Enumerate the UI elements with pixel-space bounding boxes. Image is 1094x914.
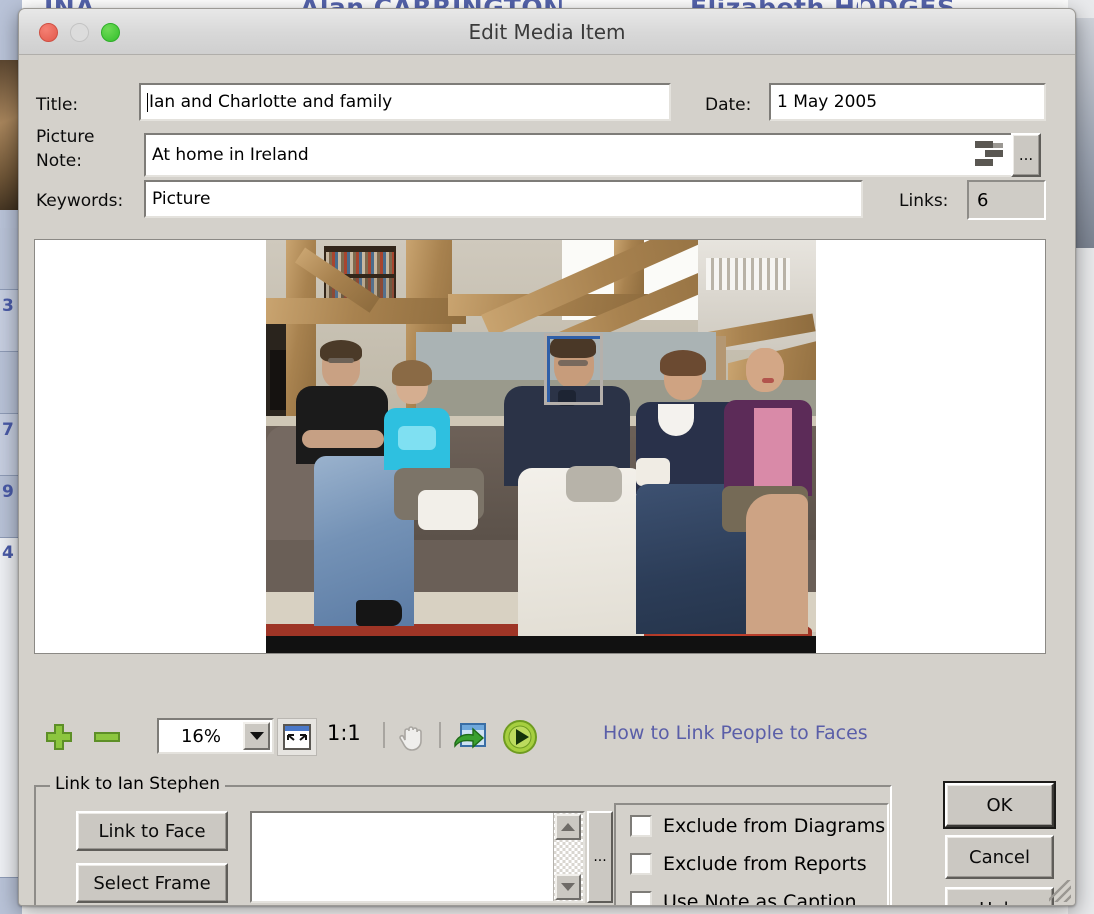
keywords-value: Picture bbox=[152, 189, 211, 209]
date-input-value: 1 May 2005 bbox=[777, 92, 878, 112]
picture-note-label-line1: Picture bbox=[36, 127, 95, 147]
picture-note-input[interactable]: At home in Ireland bbox=[144, 133, 1020, 177]
date-input[interactable]: 1 May 2005 bbox=[769, 83, 1046, 121]
fit-to-window-icon bbox=[283, 724, 311, 750]
cancel-button[interactable]: Cancel bbox=[945, 835, 1054, 879]
slideshow-play-button[interactable] bbox=[501, 718, 539, 756]
select-frame-button[interactable]: Select Frame bbox=[76, 863, 228, 903]
dialog-body: Title: Ian and Charlotte and family Date… bbox=[19, 55, 1075, 905]
ok-button[interactable]: OK bbox=[943, 781, 1056, 829]
keywords-label: Keywords: bbox=[36, 191, 124, 211]
plus-icon bbox=[46, 724, 72, 750]
text-caret bbox=[147, 92, 148, 112]
title-label: Title: bbox=[36, 95, 79, 115]
exclude-from-reports-label: Exclude from Reports bbox=[663, 853, 867, 875]
links-label: Links: bbox=[899, 191, 949, 211]
edit-media-item-dialog: Edit Media Item Title: Ian and Charlotte… bbox=[18, 8, 1076, 906]
hand-icon bbox=[399, 726, 422, 751]
link-group-legend: Link to Ian Stephen bbox=[50, 774, 226, 794]
use-note-as-caption-row[interactable]: Use Note as Caption bbox=[630, 891, 857, 906]
zoom-level-select[interactable]: 16% bbox=[157, 718, 274, 754]
fit-to-window-button[interactable] bbox=[277, 718, 317, 756]
list-more-button[interactable]: ... bbox=[587, 811, 613, 903]
title-input[interactable]: Ian and Charlotte and family bbox=[139, 83, 671, 121]
picture-note-label-line2: Note: bbox=[36, 151, 82, 171]
media-photo[interactable] bbox=[266, 240, 816, 653]
face-selection-box[interactable] bbox=[544, 333, 603, 405]
toolbar-separator bbox=[383, 722, 385, 748]
link-to-face-button[interactable]: Link to Face bbox=[76, 811, 228, 851]
triangle-up-icon bbox=[561, 823, 575, 831]
dialog-titlebar[interactable]: Edit Media Item bbox=[19, 9, 1075, 55]
resize-grip[interactable] bbox=[1049, 880, 1071, 902]
picture-note-value: At home in Ireland bbox=[152, 145, 309, 165]
how-to-link-people-to-faces-link[interactable]: How to Link People to Faces bbox=[603, 722, 868, 744]
scroll-down-button[interactable] bbox=[555, 874, 581, 900]
export-image-button[interactable] bbox=[451, 718, 489, 756]
media-preview-canvas[interactable] bbox=[34, 239, 1046, 654]
help-button[interactable]: Help bbox=[945, 887, 1054, 905]
toolbar-separator bbox=[439, 722, 441, 748]
zoom-in-button[interactable] bbox=[41, 719, 77, 755]
linked-people-list[interactable] bbox=[250, 811, 585, 903]
use-note-as-caption-label: Use Note as Caption bbox=[663, 891, 857, 906]
one-to-one-button[interactable]: 1:1 bbox=[327, 721, 361, 745]
dialog-title: Edit Media Item bbox=[468, 20, 626, 44]
exclude-from-diagrams-label: Exclude from Diagrams bbox=[663, 815, 886, 837]
options-panel: Exclude from Diagrams Exclude from Repor… bbox=[614, 803, 889, 906]
triangle-down-icon bbox=[561, 883, 575, 891]
exclude-from-diagrams-checkbox[interactable] bbox=[630, 815, 652, 837]
exclude-from-reports-row[interactable]: Exclude from Reports bbox=[630, 853, 867, 875]
links-count: 6 bbox=[967, 180, 1046, 220]
title-input-value: Ian and Charlotte and family bbox=[149, 92, 393, 112]
keywords-input[interactable]: Picture bbox=[144, 180, 863, 218]
chevron-down-icon bbox=[249, 732, 264, 740]
play-icon bbox=[503, 720, 537, 754]
date-label: Date: bbox=[705, 95, 752, 115]
use-note-as-caption-checkbox[interactable] bbox=[630, 891, 652, 905]
zoom-level-value: 16% bbox=[180, 725, 221, 747]
scroll-up-button[interactable] bbox=[555, 814, 581, 840]
zoom-out-button[interactable] bbox=[89, 719, 125, 755]
list-scrollbar[interactable] bbox=[553, 813, 583, 901]
exclude-from-diagrams-row[interactable]: Exclude from Diagrams bbox=[630, 815, 885, 837]
export-image-icon bbox=[454, 723, 486, 749]
picture-note-expand-icon[interactable] bbox=[973, 139, 1006, 171]
minus-icon bbox=[94, 732, 120, 742]
zoom-dropdown-button[interactable] bbox=[243, 722, 270, 750]
picture-note-more-button[interactable]: ... bbox=[1011, 133, 1041, 177]
exclude-from-reports-checkbox[interactable] bbox=[630, 853, 652, 875]
pan-tool-button[interactable] bbox=[395, 719, 429, 755]
